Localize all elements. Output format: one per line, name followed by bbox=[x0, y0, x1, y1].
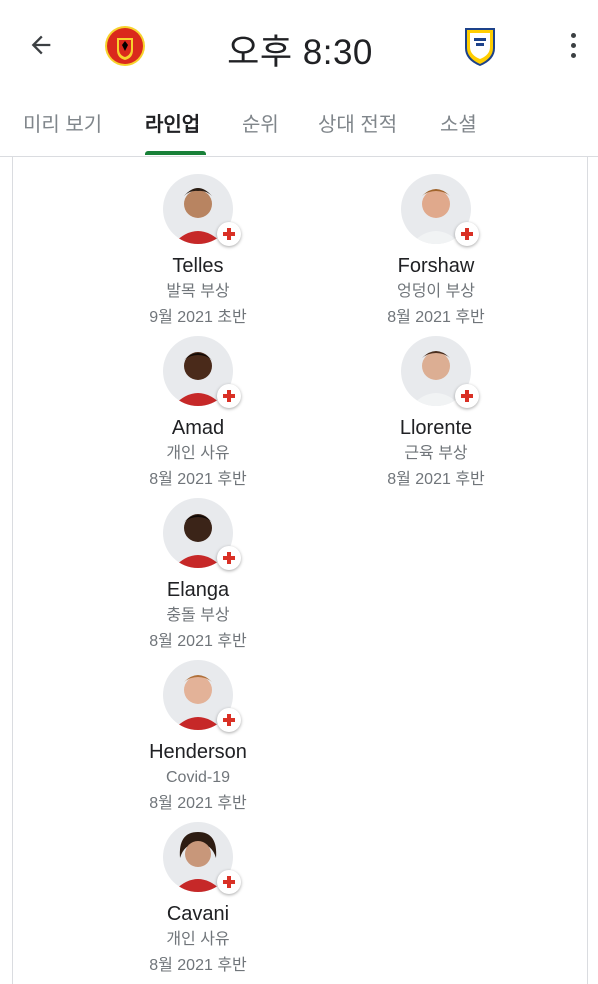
player-card-home[interactable]: Telles 발목 부상 9월 2021 초반 bbox=[88, 174, 308, 331]
back-button[interactable] bbox=[24, 28, 58, 62]
arrow-left-icon bbox=[31, 35, 51, 55]
expected-return: 8월 2021 후반 bbox=[149, 795, 247, 812]
injury-icon bbox=[217, 384, 241, 408]
player-card-home[interactable]: Amad 개인 사유 8월 2021 후반 bbox=[88, 336, 308, 493]
active-tab-indicator bbox=[145, 151, 206, 155]
expected-return: 8월 2021 후반 bbox=[149, 957, 247, 974]
injury-icon bbox=[217, 870, 241, 894]
player-name: Cavani bbox=[166, 903, 230, 925]
expected-return: 9월 2021 초반 bbox=[149, 309, 247, 326]
leeds-united-crest-icon[interactable] bbox=[458, 24, 502, 68]
match-time: 오후 8:30 bbox=[227, 33, 373, 72]
manchester-united-crest-icon[interactable] bbox=[103, 24, 147, 68]
injury-icon bbox=[455, 384, 479, 408]
player-name: Forshaw bbox=[397, 255, 475, 277]
player-name: Elanga bbox=[166, 579, 230, 601]
tab-bar: 미리 보기 라인업 순위 상대 전적 소셜 bbox=[0, 92, 598, 157]
injury-reason: 충돌 부상 bbox=[166, 607, 230, 624]
player-card-away[interactable]: Llorente 근육 부상 8월 2021 후반 bbox=[326, 336, 546, 493]
injury-reason: 근육 부상 bbox=[404, 445, 468, 462]
injury-icon bbox=[217, 546, 241, 570]
injury-icon bbox=[217, 708, 241, 732]
injury-reason: 개인 사유 bbox=[166, 931, 230, 948]
more-vert-icon bbox=[570, 32, 576, 38]
player-name: Henderson bbox=[149, 741, 247, 763]
expected-return: 8월 2021 후반 bbox=[149, 471, 247, 488]
more-options-button[interactable] bbox=[560, 28, 586, 62]
expected-return: 8월 2021 후반 bbox=[387, 309, 485, 326]
player-card-home[interactable]: Elanga 충돌 부상 8월 2021 후반 bbox=[88, 498, 308, 655]
injury-reason: 발목 부상 bbox=[166, 283, 230, 300]
tab-lineup[interactable]: 라인업 bbox=[145, 108, 200, 137]
player-card-home[interactable]: Cavani 개인 사유 8월 2021 후반 bbox=[88, 822, 308, 979]
tab-preview[interactable]: 미리 보기 bbox=[23, 108, 102, 137]
match-header: 오후 8:30 bbox=[0, 0, 598, 92]
player-card-away[interactable]: Forshaw 엉덩이 부상 8월 2021 후반 bbox=[326, 174, 546, 331]
player-name: Amad bbox=[171, 417, 225, 439]
tab-social[interactable]: 소셜 bbox=[440, 108, 477, 137]
expected-return: 8월 2021 후반 bbox=[149, 633, 247, 650]
expected-return: 8월 2021 후반 bbox=[387, 471, 485, 488]
tab-standings[interactable]: 순위 bbox=[242, 108, 279, 137]
injury-icon bbox=[455, 222, 479, 246]
injury-reason: 엉덩이 부상 bbox=[396, 283, 476, 300]
player-card-home[interactable]: Henderson Covid-19 8월 2021 후반 bbox=[88, 660, 308, 817]
injuries-list: Telles 발목 부상 9월 2021 초반 Amad 개인 사유 8월 20… bbox=[12, 157, 588, 984]
injury-reason: 개인 사유 bbox=[166, 445, 230, 462]
injury-reason: Covid-19 bbox=[165, 769, 231, 786]
player-name: Llorente bbox=[399, 417, 473, 439]
injury-icon bbox=[217, 222, 241, 246]
player-name: Telles bbox=[172, 255, 224, 277]
tab-head-to-head[interactable]: 상대 전적 bbox=[318, 108, 397, 137]
